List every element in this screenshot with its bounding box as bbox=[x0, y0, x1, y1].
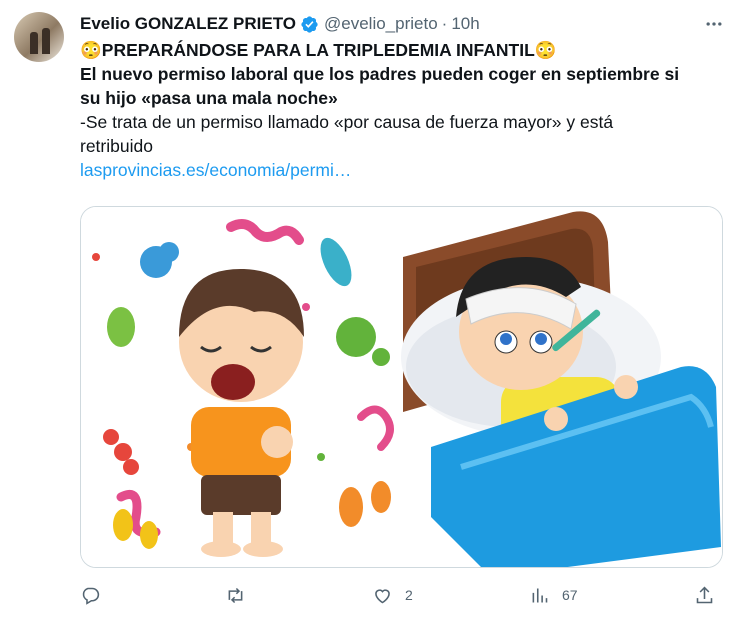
more-horizontal-icon bbox=[706, 22, 722, 26]
verified-badge-icon bbox=[301, 15, 318, 33]
tweet-timestamp[interactable]: 10h bbox=[451, 14, 479, 34]
repost-icon bbox=[228, 587, 243, 603]
share-icon bbox=[696, 586, 713, 603]
tweet-header: Evelio GONZALEZ PRIETO @evelio_prieto · … bbox=[80, 13, 728, 35]
tweet-actions-bar: 2 67 bbox=[80, 580, 720, 610]
tweet-subhead-line: su hijo «pasa una mala noche» bbox=[80, 88, 338, 108]
reply-icon bbox=[82, 587, 100, 605]
like-button[interactable]: 2 bbox=[372, 580, 413, 610]
tweet-text: 😳PREPARÁNDOSE PARA LA TRIPLEDEMIA INFANT… bbox=[80, 38, 730, 182]
avatar-figure bbox=[42, 28, 50, 54]
avatar-figure bbox=[30, 32, 38, 54]
reply-button[interactable] bbox=[80, 580, 113, 610]
separator-dot: · bbox=[441, 14, 448, 33]
views-button[interactable]: 67 bbox=[529, 580, 578, 610]
views-chart-icon bbox=[532, 588, 548, 602]
repost-button[interactable] bbox=[225, 580, 258, 610]
tweet-media-image[interactable] bbox=[80, 206, 723, 568]
like-count: 2 bbox=[405, 587, 413, 603]
tweet-body-line: -Se trata de un permiso llamado «por cau… bbox=[80, 112, 614, 132]
article-link[interactable]: lasprovincias.es/economia/permi… bbox=[80, 160, 351, 180]
tweet-body-line: retribuido bbox=[80, 136, 153, 156]
sick-children-illustration bbox=[81, 207, 722, 567]
views-count: 67 bbox=[562, 587, 578, 603]
author-handle[interactable]: @evelio_prieto bbox=[324, 14, 438, 34]
heart-icon bbox=[375, 588, 390, 603]
more-options-button[interactable] bbox=[700, 12, 728, 36]
tweet-headline: 😳PREPARÁNDOSE PARA LA TRIPLEDEMIA INFANT… bbox=[80, 40, 557, 60]
tweet-subhead-line: El nuevo permiso laboral que los padres … bbox=[80, 64, 680, 84]
share-button[interactable] bbox=[694, 580, 715, 610]
author-avatar[interactable] bbox=[14, 12, 64, 62]
author-name[interactable]: Evelio GONZALEZ PRIETO bbox=[80, 14, 296, 34]
